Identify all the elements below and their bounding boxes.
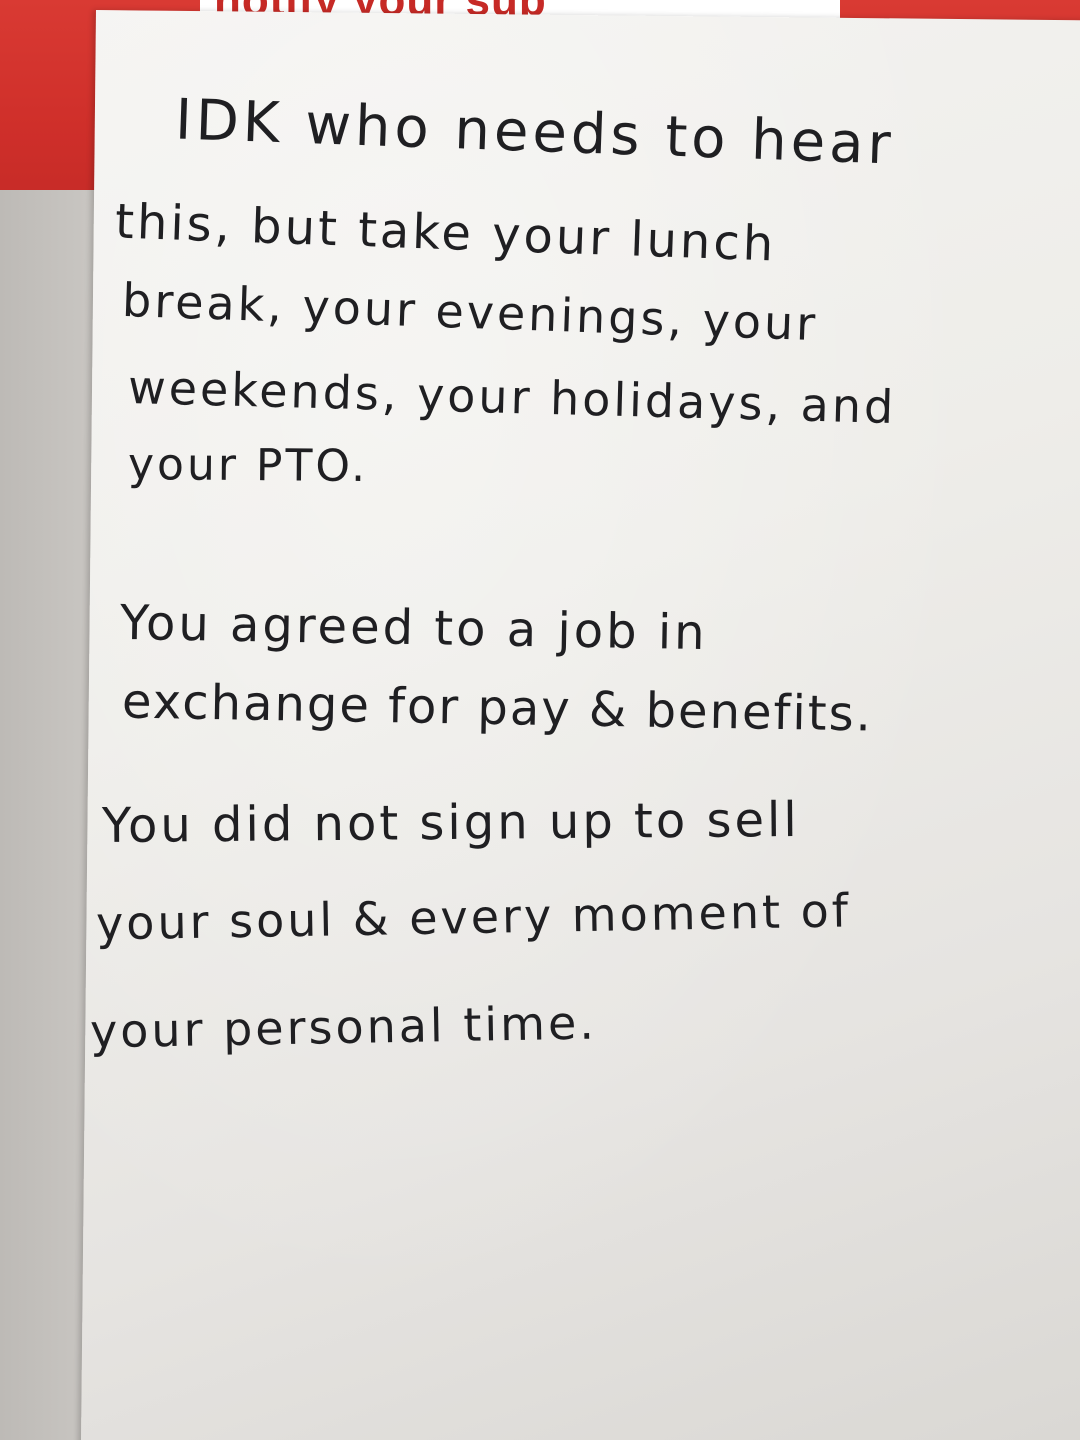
note-line-8: You did not sign up to sell bbox=[101, 791, 800, 855]
note-line-10: your personal time. bbox=[89, 995, 598, 1059]
photo-scene: notify your sup IDK who needs to hear th… bbox=[0, 0, 1080, 1440]
note-line-5: your PTO. bbox=[127, 438, 369, 493]
note-line-6: You agreed to a job in bbox=[119, 594, 709, 662]
